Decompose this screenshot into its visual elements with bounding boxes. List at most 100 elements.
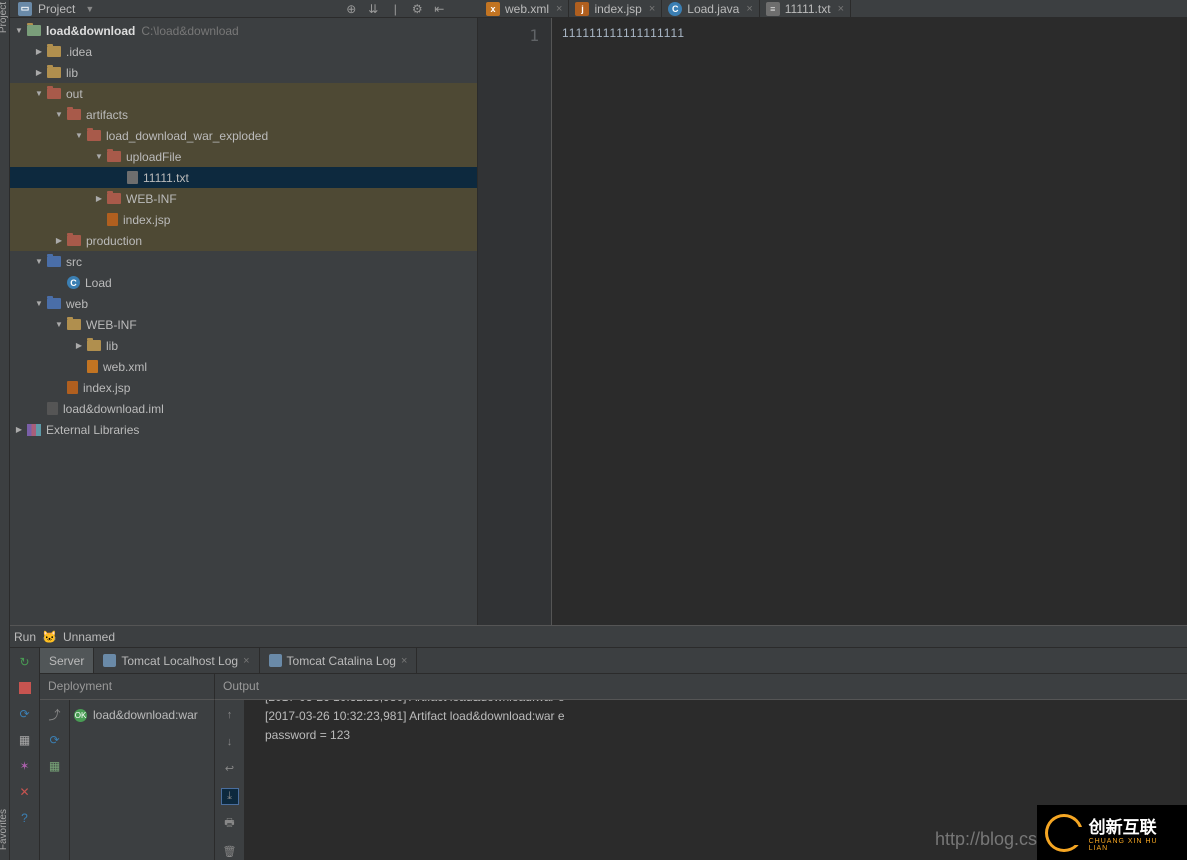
code-line: 111111111111111111: [562, 26, 1187, 40]
expand-arrow-icon[interactable]: ▼: [14, 26, 24, 35]
expand-arrow-icon[interactable]: ▶: [14, 425, 24, 434]
toolbar-icons: ⊕ ⇊ | ⚙ ⇤: [344, 2, 446, 16]
editor-gutter: 1: [478, 18, 552, 625]
collapse-icon[interactable]: ⇊: [366, 2, 380, 16]
java-icon: C: [668, 2, 682, 16]
tree-item-index-jsp[interactable]: index.jsp: [10, 377, 477, 398]
watermark-subtext: CHUANG XIN HU LIAN: [1089, 838, 1179, 852]
help-icon[interactable]: ?: [17, 810, 33, 826]
tree-item-out[interactable]: ▼ out: [10, 83, 477, 104]
expand-arrow-icon[interactable]: ▼: [34, 299, 44, 308]
deployment-item[interactable]: OK load&download:war: [74, 708, 210, 722]
print-icon[interactable]: 🖶: [221, 815, 239, 833]
expand-arrow-icon[interactable]: ▼: [94, 152, 104, 161]
tab-11111-txt[interactable]: ≡ 11111.txt ×: [760, 0, 851, 18]
tree-item-artifacts[interactable]: ▼ artifacts: [10, 104, 477, 125]
tree-item-web-xml[interactable]: web.xml: [10, 356, 477, 377]
tree-item-load[interactable]: C Load: [10, 272, 477, 293]
debug-icon[interactable]: ✶: [17, 758, 33, 774]
close-icon[interactable]: ×: [556, 3, 562, 15]
tab-index-jsp[interactable]: j index.jsp ×: [569, 0, 662, 18]
target-icon[interactable]: ⊕: [344, 2, 358, 16]
tree-root[interactable]: ▼ load&download C:\load&download: [10, 20, 477, 41]
deploy-settings-icon[interactable]: ▦: [47, 758, 63, 774]
rail-project-label[interactable]: Project: [0, 2, 9, 33]
expand-arrow-icon[interactable]: ▼: [34, 257, 44, 266]
expand-arrow-icon[interactable]: ▶: [34, 47, 44, 56]
tree-item-icon: [47, 298, 61, 309]
tree-label: Load: [85, 276, 112, 290]
editor-code[interactable]: 111111111111111111: [552, 18, 1187, 625]
run-tab-label: Tomcat Catalina Log: [287, 654, 396, 668]
close-icon[interactable]: ×: [838, 3, 844, 15]
tree-item-icon: [127, 171, 138, 184]
tree-item-uploadfile[interactable]: ▼uploadFile: [10, 146, 477, 167]
stop-button[interactable]: [17, 680, 33, 696]
run-actions-column: ↻ ⟳ ▦ ✶ ✕ ?: [10, 648, 40, 860]
tab-load-java[interactable]: C Load.java ×: [662, 0, 759, 18]
tree-item-src[interactable]: ▼src: [10, 251, 477, 272]
layout-icon[interactable]: ▦: [17, 732, 33, 748]
expand-arrow-icon[interactable]: ▶: [34, 68, 44, 77]
console-url: http://blog.cs: [935, 825, 1037, 854]
project-dropdown-icon[interactable]: ▼: [85, 4, 94, 14]
xml-icon: x: [486, 2, 500, 16]
tree-external-libraries[interactable]: ▶ External Libraries: [10, 419, 477, 440]
run-tab-server[interactable]: Server: [40, 648, 94, 673]
deploy-refresh-icon[interactable]: ⟳: [47, 732, 63, 748]
scroll-down-icon[interactable]: ↓: [221, 733, 239, 750]
tree-item-icon: [67, 109, 81, 120]
gear-icon[interactable]: ⚙: [410, 2, 424, 16]
tree-item-icon: [67, 319, 81, 330]
tree-item-11111-txt[interactable]: 11111.txt: [10, 167, 477, 188]
close-icon[interactable]: ×: [401, 655, 407, 667]
soft-wrap-icon[interactable]: ↩: [221, 760, 239, 777]
expand-arrow-icon[interactable]: ▶: [94, 194, 104, 203]
rerun-icon[interactable]: ↻: [17, 654, 33, 670]
project-tool-label[interactable]: ▭ Project ▼: [18, 2, 174, 16]
tree-label: out: [66, 87, 83, 101]
run-tab-localhost-log[interactable]: Tomcat Localhost Log ×: [94, 648, 259, 673]
expand-arrow-icon[interactable]: ▶: [74, 341, 84, 350]
tree-item-icon: [47, 46, 61, 57]
output-actions-column: ↑ ↓ ↩ ⤓ 🖶 🗑: [215, 700, 245, 860]
expand-arrow-icon[interactable]: ▼: [34, 89, 44, 98]
expand-arrow-icon[interactable]: ▼: [74, 131, 84, 140]
tree-item--idea[interactable]: ▶.idea: [10, 41, 477, 62]
scroll-to-end-icon[interactable]: ⤓: [221, 788, 239, 805]
tree-item-web-inf[interactable]: ▶WEB-INF: [10, 188, 477, 209]
deploy-share-icon[interactable]: ⤴: [47, 706, 63, 722]
tree-item-lib[interactable]: ▶lib: [10, 62, 477, 83]
tree-label: artifacts: [86, 108, 128, 122]
run-tab-catalina-log[interactable]: Tomcat Catalina Log ×: [260, 648, 418, 673]
tree-label: load_download_war_exploded: [106, 129, 268, 143]
watermark-text: 创新互联: [1089, 813, 1179, 838]
scroll-up-icon[interactable]: ↑: [221, 706, 239, 723]
tree-item-icon: C: [67, 276, 80, 289]
output-header-text: Output: [223, 679, 259, 693]
tree-item-lib[interactable]: ▶lib: [10, 335, 477, 356]
tree-item-index-jsp[interactable]: index.jsp: [10, 209, 477, 230]
tab-label: web.xml: [505, 2, 549, 16]
close-icon[interactable]: ×: [649, 3, 655, 15]
expand-arrow-icon[interactable]: ▼: [54, 110, 64, 119]
rail-favorites-label[interactable]: Favorites: [0, 809, 9, 850]
close-icon[interactable]: ×: [243, 655, 249, 667]
tab-label: 11111.txt: [785, 2, 831, 16]
expand-arrow-icon[interactable]: ▼: [54, 320, 64, 329]
close-run-icon[interactable]: ✕: [17, 784, 33, 800]
tab-web-xml[interactable]: x web.xml ×: [480, 0, 569, 18]
tree-item-load-download-iml[interactable]: load&download.iml: [10, 398, 477, 419]
tree-item-web[interactable]: ▼ web: [10, 293, 477, 314]
close-icon[interactable]: ×: [746, 3, 752, 15]
tree-label: web: [66, 297, 88, 311]
tree-item-load-download-war-exploded[interactable]: ▼ load_download_war_exploded: [10, 125, 477, 146]
hide-icon[interactable]: ⇤: [432, 2, 446, 16]
watermark-badge: 创新互联 CHUANG XIN HU LIAN: [1037, 805, 1187, 860]
tree-item-production[interactable]: ▶production: [10, 230, 477, 251]
expand-arrow-icon[interactable]: ▶: [54, 236, 64, 245]
refresh-icon[interactable]: ⟳: [17, 706, 33, 722]
tree-item-web-inf[interactable]: ▼WEB-INF: [10, 314, 477, 335]
clear-icon[interactable]: 🗑: [221, 843, 239, 860]
left-tool-rail-bottom: Favorites: [0, 625, 10, 860]
